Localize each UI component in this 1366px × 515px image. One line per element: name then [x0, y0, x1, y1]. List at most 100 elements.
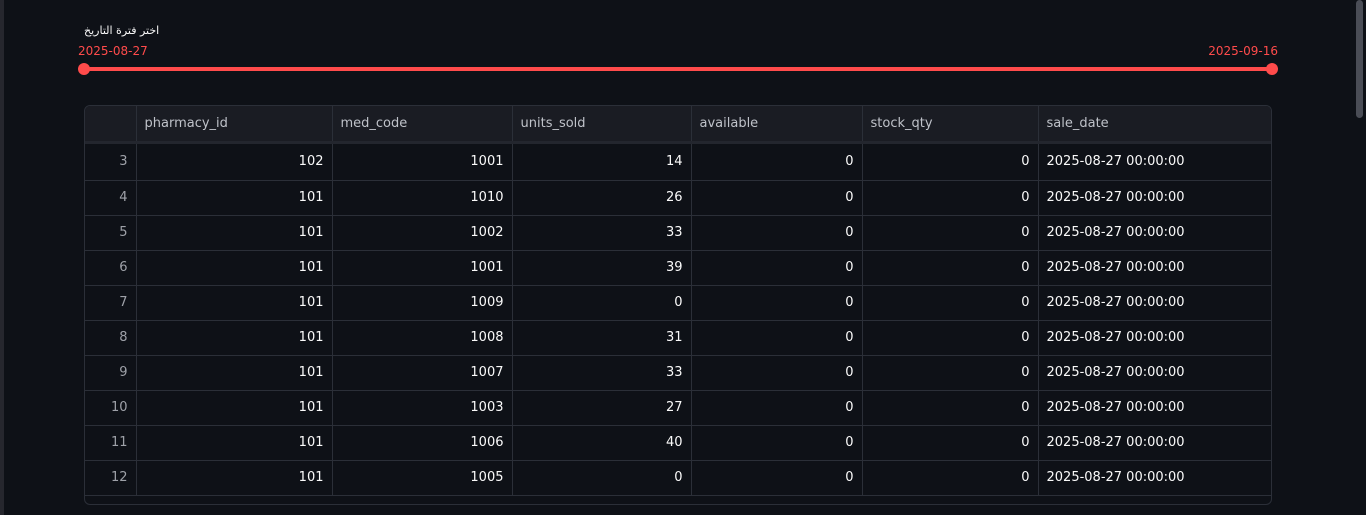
med-code-cell[interactable]: 1003: [332, 390, 513, 426]
data-table[interactable]: pharmacy_id med_code units_sold availabl…: [84, 105, 1272, 505]
units-sold-cell[interactable]: 26: [512, 180, 692, 216]
slider-max-handle[interactable]: [1266, 63, 1278, 75]
dataframe: pharmacy_id med_code units_sold availabl…: [85, 106, 1271, 496]
available-cell[interactable]: 0: [691, 180, 863, 216]
sale-date-cell[interactable]: 2025-08-27 00:00:00: [1038, 460, 1271, 496]
row-index-cell[interactable]: 10: [85, 390, 137, 426]
table-row[interactable]: 12 101 1005 0 0 0 2025-08-27 00:00:00: [85, 460, 1271, 496]
available-cell[interactable]: 0: [691, 460, 863, 496]
stock-qty-cell[interactable]: 0: [862, 390, 1039, 426]
row-index-cell[interactable]: 9: [85, 355, 137, 391]
table-row[interactable]: 5 101 1002 33 0 0 2025-08-27 00:00:00: [85, 215, 1271, 251]
units-sold-cell[interactable]: 27: [512, 390, 692, 426]
sale-date-cell[interactable]: 2025-08-27 00:00:00: [1038, 142, 1271, 181]
units-sold-cell[interactable]: 14: [512, 142, 692, 181]
units-sold-cell[interactable]: 39: [512, 250, 692, 286]
stock-qty-cell[interactable]: 0: [862, 320, 1039, 356]
slider-max-value: 2025-09-16: [1208, 44, 1278, 58]
available-cell[interactable]: 0: [691, 390, 863, 426]
column-header-index[interactable]: [85, 106, 137, 144]
stock-qty-cell[interactable]: 0: [862, 180, 1039, 216]
stock-qty-cell[interactable]: 0: [862, 460, 1039, 496]
slider-min-value: 2025-08-27: [78, 44, 148, 58]
units-sold-cell[interactable]: 0: [512, 285, 692, 321]
page-scrollbar[interactable]: [1352, 0, 1366, 515]
row-index-cell[interactable]: 5: [85, 215, 137, 251]
table-row[interactable]: 6 101 1001 39 0 0 2025-08-27 00:00:00: [85, 250, 1271, 286]
column-header-sale-date[interactable]: sale_date: [1038, 106, 1271, 144]
sale-date-cell[interactable]: 2025-08-27 00:00:00: [1038, 250, 1271, 286]
available-cell[interactable]: 0: [691, 250, 863, 286]
sale-date-cell[interactable]: 2025-08-27 00:00:00: [1038, 390, 1271, 426]
med-code-cell[interactable]: 1008: [332, 320, 513, 356]
row-index-cell[interactable]: 11: [85, 425, 137, 461]
table-row[interactable]: 8 101 1008 31 0 0 2025-08-27 00:00:00: [85, 320, 1271, 356]
column-header-units-sold[interactable]: units_sold: [512, 106, 692, 144]
stock-qty-cell[interactable]: 0: [862, 355, 1039, 391]
pharmacy-id-cell[interactable]: 101: [136, 390, 333, 426]
date-range-slider-track[interactable]: [84, 67, 1272, 71]
available-cell[interactable]: 0: [691, 142, 863, 181]
med-code-cell[interactable]: 1010: [332, 180, 513, 216]
sale-date-cell[interactable]: 2025-08-27 00:00:00: [1038, 425, 1271, 461]
table-row[interactable]: 4 101 1010 26 0 0 2025-08-27 00:00:00: [85, 180, 1271, 216]
column-header-stock-qty[interactable]: stock_qty: [862, 106, 1039, 144]
sale-date-cell[interactable]: 2025-08-27 00:00:00: [1038, 180, 1271, 216]
units-sold-cell[interactable]: 33: [512, 355, 692, 391]
row-index-cell[interactable]: 8: [85, 320, 137, 356]
pharmacy-id-cell[interactable]: 101: [136, 180, 333, 216]
med-code-cell[interactable]: 1005: [332, 460, 513, 496]
table-row[interactable]: 11 101 1006 40 0 0 2025-08-27 00:00:00: [85, 425, 1271, 461]
available-cell[interactable]: 0: [691, 215, 863, 251]
column-header-med-code[interactable]: med_code: [332, 106, 513, 144]
column-header-pharmacy-id[interactable]: pharmacy_id: [136, 106, 333, 144]
stock-qty-cell[interactable]: 0: [862, 425, 1039, 461]
available-cell[interactable]: 0: [691, 285, 863, 321]
med-code-cell[interactable]: 1001: [332, 250, 513, 286]
row-index-cell[interactable]: 7: [85, 285, 137, 321]
pharmacy-id-cell[interactable]: 101: [136, 320, 333, 356]
available-cell[interactable]: 0: [691, 320, 863, 356]
column-header-available[interactable]: available: [691, 106, 863, 144]
row-index-cell[interactable]: 3: [85, 142, 137, 181]
units-sold-cell[interactable]: 0: [512, 460, 692, 496]
med-code-cell[interactable]: 1001: [332, 142, 513, 181]
med-code-cell[interactable]: 1006: [332, 425, 513, 461]
pharmacy-id-cell[interactable]: 102: [136, 142, 333, 181]
scrollbar-thumb[interactable]: [1356, 0, 1363, 118]
units-sold-cell[interactable]: 31: [512, 320, 692, 356]
pharmacy-id-cell[interactable]: 101: [136, 460, 333, 496]
date-range-label: اختر فترة التاريخ: [84, 24, 160, 37]
med-code-cell[interactable]: 1009: [332, 285, 513, 321]
row-index-cell[interactable]: 4: [85, 180, 137, 216]
table-row[interactable]: 10 101 1003 27 0 0 2025-08-27 00:00:00: [85, 390, 1271, 426]
pharmacy-id-cell[interactable]: 101: [136, 285, 333, 321]
pharmacy-id-cell[interactable]: 101: [136, 425, 333, 461]
sale-date-cell[interactable]: 2025-08-27 00:00:00: [1038, 355, 1271, 391]
row-index-cell[interactable]: 6: [85, 250, 137, 286]
med-code-cell[interactable]: 1002: [332, 215, 513, 251]
pharmacy-id-cell[interactable]: 101: [136, 355, 333, 391]
units-sold-cell[interactable]: 40: [512, 425, 692, 461]
available-cell[interactable]: 0: [691, 355, 863, 391]
table-row[interactable]: 7 101 1009 0 0 0 2025-08-27 00:00:00: [85, 285, 1271, 321]
table-header-row: pharmacy_id med_code units_sold availabl…: [85, 106, 1271, 144]
left-border: [0, 0, 4, 515]
row-index-cell[interactable]: 12: [85, 460, 137, 496]
stock-qty-cell[interactable]: 0: [862, 215, 1039, 251]
available-cell[interactable]: 0: [691, 425, 863, 461]
pharmacy-id-cell[interactable]: 101: [136, 250, 333, 286]
stock-qty-cell[interactable]: 0: [862, 250, 1039, 286]
sale-date-cell[interactable]: 2025-08-27 00:00:00: [1038, 320, 1271, 356]
stock-qty-cell[interactable]: 0: [862, 285, 1039, 321]
sale-date-cell[interactable]: 2025-08-27 00:00:00: [1038, 215, 1271, 251]
table-row[interactable]: 3 102 1001 14 0 0 2025-08-27 00:00:00: [85, 142, 1271, 181]
stock-qty-cell[interactable]: 0: [862, 142, 1039, 181]
pharmacy-id-cell[interactable]: 101: [136, 215, 333, 251]
table-row[interactable]: 9 101 1007 33 0 0 2025-08-27 00:00:00: [85, 355, 1271, 391]
med-code-cell[interactable]: 1007: [332, 355, 513, 391]
sale-date-cell[interactable]: 2025-08-27 00:00:00: [1038, 285, 1271, 321]
units-sold-cell[interactable]: 33: [512, 215, 692, 251]
slider-min-handle[interactable]: [78, 63, 90, 75]
app-page: اختر فترة التاريخ 2025-08-27 2025-09-16 …: [0, 0, 1366, 515]
